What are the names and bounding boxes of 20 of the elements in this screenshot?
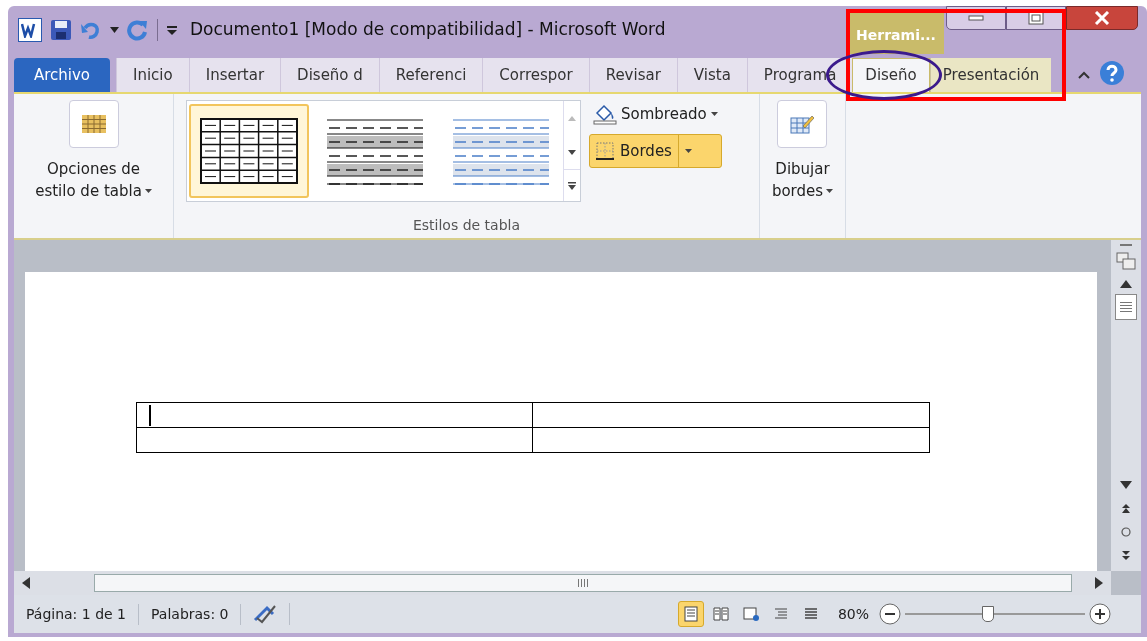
- ribbon-tab[interactable]: Revisar: [588, 58, 677, 92]
- page-count[interactable]: Página: 1 de 1: [14, 603, 139, 625]
- window-title: Documento1 [Modo de compatibilidad] - Microsoft Word: [190, 18, 666, 42]
- ribbon-tab[interactable]: Diseño: [852, 58, 930, 92]
- shading-button[interactable]: Sombreado: [589, 100, 722, 128]
- table-style-options-button[interactable]: Opciones de estilo de tabla: [35, 100, 152, 202]
- ribbon-tab[interactable]: Insertar: [188, 58, 281, 92]
- word-count[interactable]: Palabras: 0: [139, 603, 242, 625]
- ribbon-tab[interactable]: Correspor: [482, 58, 589, 92]
- borders-button[interactable]: Bordes: [589, 134, 722, 168]
- zoom-percentage[interactable]: 80%: [837, 603, 869, 625]
- ribbon-tab[interactable]: Referenci: [378, 58, 483, 92]
- ribbon-tab[interactable]: Vista: [676, 58, 747, 92]
- ribbon-tab[interactable]: Diseño d: [280, 58, 379, 92]
- ribbon-tab[interactable]: Inicio: [116, 58, 189, 92]
- file-tab[interactable]: Archivo: [14, 58, 110, 92]
- ribbon-tab[interactable]: Presentación: [929, 58, 1052, 92]
- group-label: Estilos de tabla: [412, 215, 521, 235]
- contextual-tab-label: Herrami...: [856, 26, 936, 45]
- draw-borders-button[interactable]: Dibujar bordes: [771, 100, 834, 202]
